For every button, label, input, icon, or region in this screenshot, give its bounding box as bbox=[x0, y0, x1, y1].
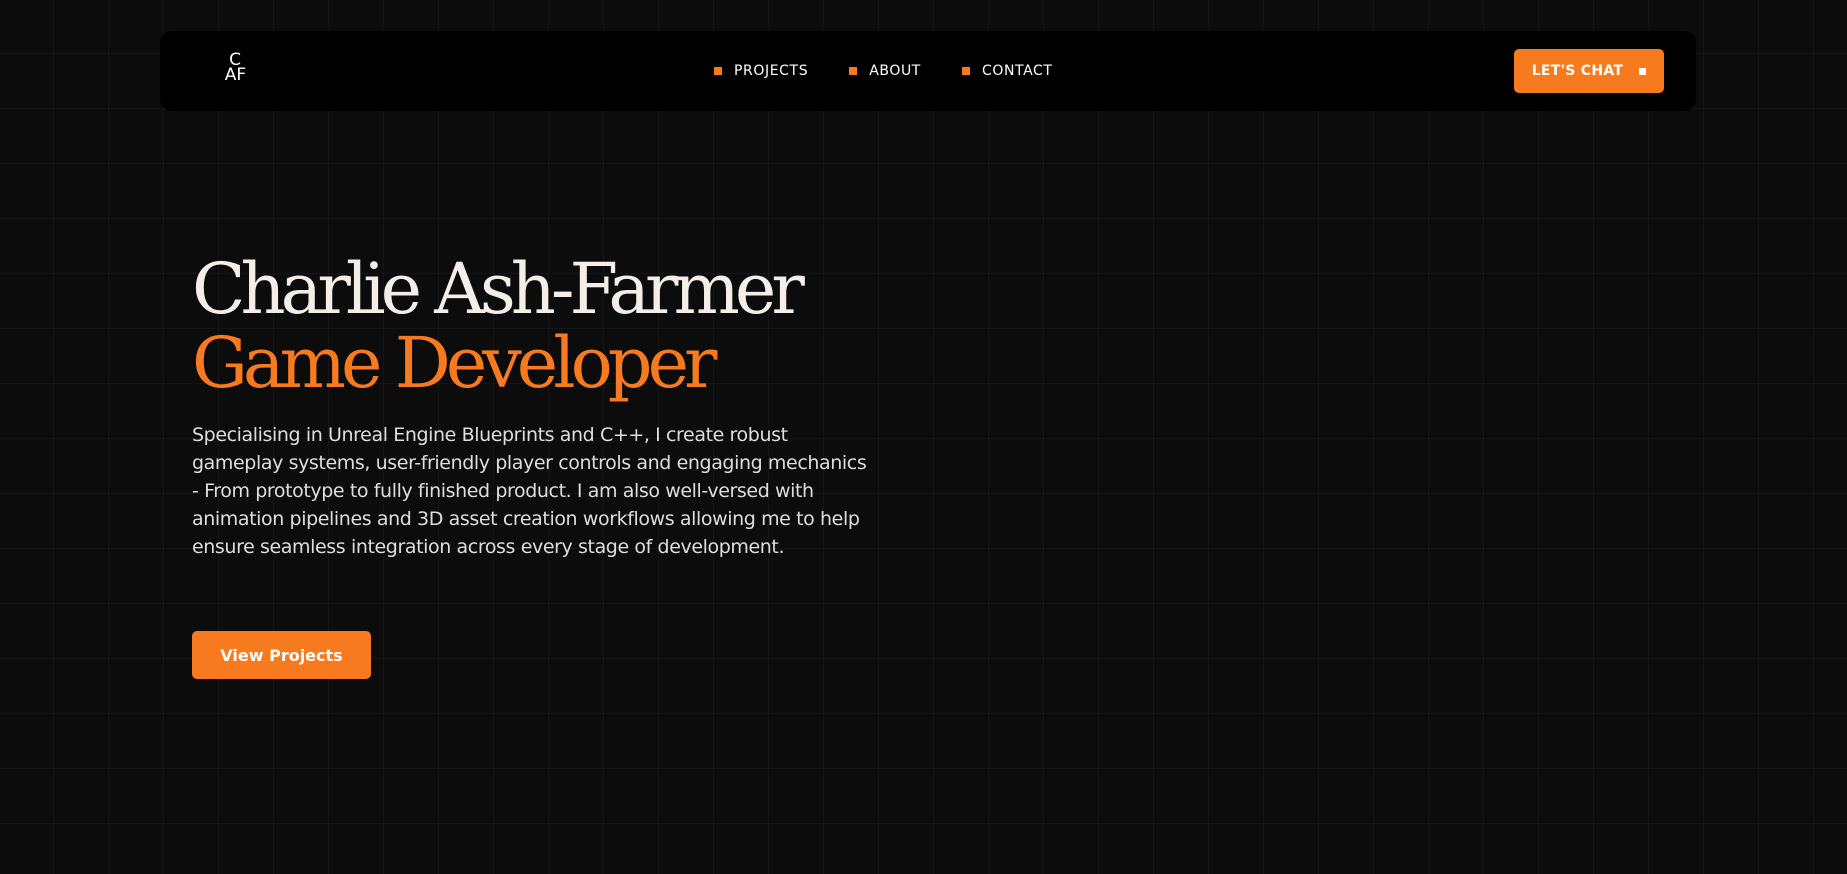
view-projects-label: View Projects bbox=[220, 645, 343, 665]
square-bullet-icon bbox=[961, 67, 970, 75]
lets-chat-button[interactable]: LET'S CHAT bbox=[1514, 49, 1664, 93]
nav-item-contact[interactable]: CONTACT bbox=[961, 63, 1053, 79]
square-bullet-icon bbox=[849, 67, 858, 75]
nav-item-label: PROJECTS bbox=[734, 63, 809, 79]
site-logo[interactable]: C AF bbox=[215, 52, 255, 85]
nav-links: PROJECTS ABOUT CONTACT bbox=[714, 61, 1053, 81]
view-projects-button[interactable]: View Projects bbox=[192, 631, 371, 679]
square-bullet-icon bbox=[714, 67, 722, 75]
nav-item-about[interactable]: ABOUT bbox=[849, 63, 921, 79]
nav-item-label: ABOUT bbox=[869, 63, 921, 79]
logo-line-2: AF bbox=[224, 65, 247, 85]
hero-section: Charlie Ash-Farmer Game Developer Specia… bbox=[192, 252, 872, 580]
hero-name: Charlie Ash-Farmer bbox=[192, 248, 805, 330]
nav-item-label: CONTACT bbox=[981, 63, 1053, 79]
hero-description: Specialising in Unreal Engine Blueprints… bbox=[192, 424, 867, 558]
nav-item-projects[interactable]: PROJECTS bbox=[714, 63, 808, 79]
top-navbar: C AF PROJECTS ABOUT CONTACT LET'S CHAT bbox=[160, 31, 1696, 111]
lets-chat-label: LET'S CHAT bbox=[1531, 63, 1624, 79]
square-icon bbox=[1639, 67, 1647, 75]
hero-role: Game Developer bbox=[192, 322, 717, 404]
